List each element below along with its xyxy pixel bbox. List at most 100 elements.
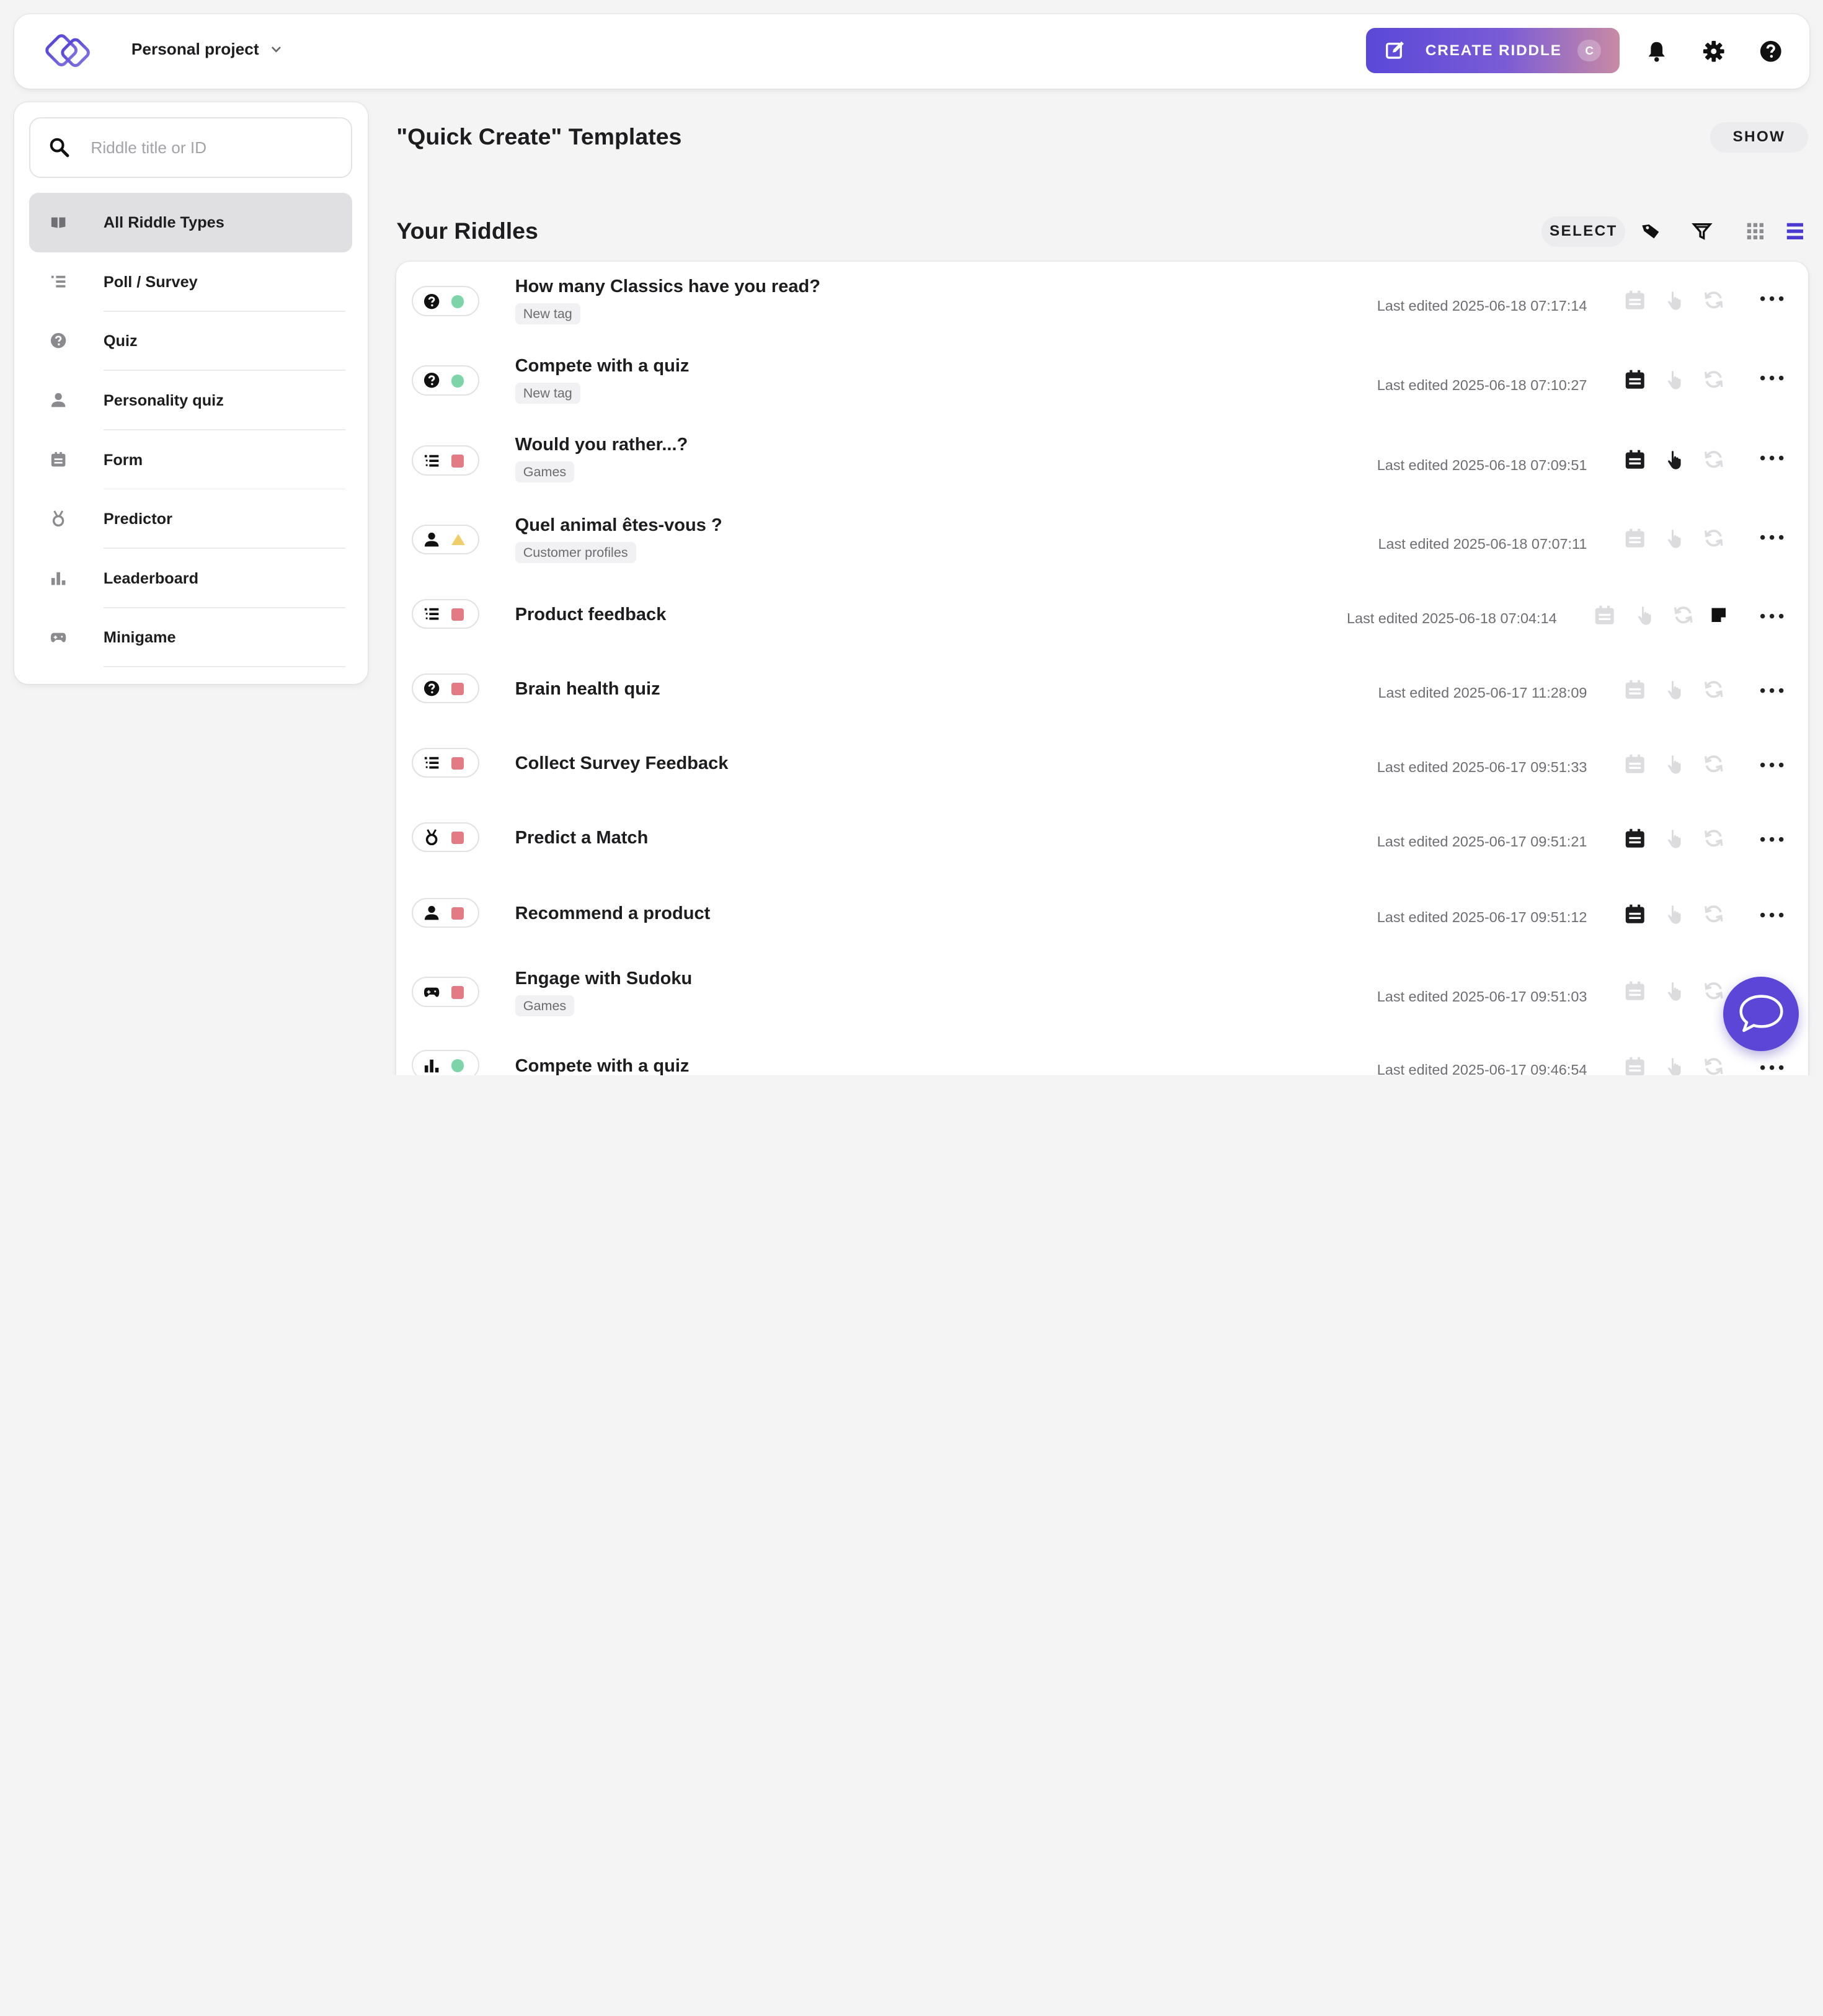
riddle-title[interactable]: Quel animal êtes-vous ? <box>515 515 722 536</box>
sync-icon[interactable] <box>1672 603 1695 627</box>
riddle-tag[interactable]: New tag <box>515 303 580 325</box>
select-button[interactable]: SELECT <box>1541 216 1626 247</box>
grid-view-icon[interactable] <box>1745 221 1766 242</box>
riddle-title[interactable]: Product feedback <box>515 605 667 625</box>
touch-icon[interactable] <box>1662 526 1686 550</box>
form-icon[interactable] <box>1623 1055 1647 1076</box>
sidebar-item-label: All Riddle Types <box>103 214 224 231</box>
chat-button[interactable] <box>1723 977 1799 1051</box>
sync-icon[interactable] <box>1702 368 1726 391</box>
riddle-logo-icon[interactable] <box>44 33 97 70</box>
search-input[interactable] <box>91 135 335 161</box>
sidebar-item-poll-survey[interactable]: Poll / Survey <box>29 252 352 312</box>
form-icon[interactable] <box>1623 678 1647 701</box>
sync-icon[interactable] <box>1702 827 1726 850</box>
touch-icon[interactable] <box>1662 288 1686 312</box>
sync-icon[interactable] <box>1702 678 1726 701</box>
project-selector[interactable]: Personal project <box>131 40 282 59</box>
sidebar-item-predictor[interactable]: Predictor <box>29 489 352 549</box>
touch-icon[interactable] <box>1662 979 1686 1003</box>
more-options-icon[interactable] <box>1759 912 1785 918</box>
more-options-icon[interactable] <box>1759 687 1785 694</box>
riddle-row[interactable]: Predict a Match Last edited 2025-06-17 09… <box>396 802 1807 877</box>
form-icon[interactable] <box>1623 827 1647 850</box>
sync-icon[interactable] <box>1702 448 1726 471</box>
sync-icon[interactable] <box>1702 288 1726 312</box>
bell-icon[interactable] <box>1645 40 1669 63</box>
more-options-icon[interactable] <box>1759 613 1785 619</box>
touch-icon[interactable] <box>1662 448 1686 471</box>
riddle-title[interactable]: Recommend a product <box>515 904 711 924</box>
form-icon[interactable] <box>1623 288 1647 312</box>
form-icon[interactable] <box>1623 902 1647 926</box>
riddle-row[interactable]: Quel animal êtes-vous ? Customer profiles… <box>396 500 1807 579</box>
sidebar-item-all-riddle-types[interactable]: All Riddle Types <box>29 193 353 252</box>
riddle-title[interactable]: Compete with a quiz <box>515 356 690 376</box>
sidebar-item-form[interactable]: Form <box>29 430 352 490</box>
person-icon <box>424 905 438 920</box>
more-options-icon[interactable] <box>1759 375 1785 381</box>
help-icon[interactable] <box>1759 40 1783 63</box>
gear-icon[interactable] <box>1702 40 1726 63</box>
riddle-title[interactable]: Collect Survey Feedback <box>515 753 729 774</box>
riddle-row[interactable]: How many Classics have you read? New tag L… <box>396 262 1807 341</box>
sidebar-item-minigame[interactable]: Minigame <box>29 608 352 668</box>
show-templates-button[interactable]: SHOW <box>1710 122 1808 153</box>
riddle-tag[interactable]: Games <box>515 461 575 483</box>
note-icon[interactable] <box>1707 603 1731 627</box>
riddle-row[interactable]: Brain health quiz Last edited 2025-06-17 … <box>396 654 1807 728</box>
riddle-tag[interactable]: Customer profiles <box>515 541 636 563</box>
more-options-icon[interactable] <box>1759 295 1785 302</box>
riddle-title[interactable]: Brain health quiz <box>515 679 660 699</box>
riddle-row[interactable]: Would you rather...? Games Last edited 202… <box>396 420 1807 500</box>
sync-icon[interactable] <box>1702 979 1726 1003</box>
filter-icon[interactable] <box>1692 221 1713 242</box>
create-riddle-button[interactable]: CREATE RIDDLE C <box>1366 28 1620 74</box>
status-indicator-red <box>451 608 464 621</box>
sync-icon[interactable] <box>1702 902 1726 926</box>
sync-icon[interactable] <box>1702 1055 1726 1076</box>
form-icon[interactable] <box>1593 603 1617 627</box>
more-options-icon[interactable] <box>1759 762 1785 768</box>
touch-icon[interactable] <box>1633 603 1656 627</box>
riddle-title[interactable]: Engage with Sudoku <box>515 969 693 989</box>
more-options-icon[interactable] <box>1759 1064 1785 1071</box>
riddle-row[interactable]: Product feedback Last edited 2025-06-18 0… <box>396 579 1807 654</box>
form-icon[interactable] <box>1623 526 1647 550</box>
form-icon[interactable] <box>1623 368 1647 391</box>
sync-icon[interactable] <box>1702 752 1726 776</box>
more-options-icon[interactable] <box>1759 534 1785 541</box>
form-icon[interactable] <box>1623 752 1647 776</box>
sidebar-item-personality-quiz[interactable]: Personality quiz <box>29 371 352 430</box>
riddle-row[interactable]: Compete with a quiz Last edited 2025-06-1… <box>396 1030 1807 1076</box>
more-options-icon[interactable] <box>1759 455 1785 461</box>
last-edited-timestamp: Last edited 2025-06-18 07:04:14 <box>1347 610 1557 627</box>
touch-icon[interactable] <box>1662 752 1686 776</box>
touch-icon[interactable] <box>1662 902 1686 926</box>
book-icon <box>51 217 65 228</box>
form-icon[interactable] <box>1623 448 1647 471</box>
tag-icon[interactable] <box>1641 221 1662 242</box>
sync-icon[interactable] <box>1702 526 1726 550</box>
riddle-row[interactable]: Compete with a quiz New tag Last edited 20… <box>396 340 1807 420</box>
riddle-row[interactable]: Engage with Sudoku Games Last edited 2025-… <box>396 954 1807 1031</box>
form-icon[interactable] <box>1623 979 1647 1003</box>
riddle-tag[interactable]: New tag <box>515 382 580 404</box>
touch-icon[interactable] <box>1662 1055 1686 1076</box>
sidebar-item-leaderboard[interactable]: Leaderboard <box>29 549 352 608</box>
touch-icon[interactable] <box>1662 678 1686 701</box>
touch-icon[interactable] <box>1662 368 1686 391</box>
riddle-title[interactable]: Predict a Match <box>515 828 649 848</box>
riddle-row[interactable]: Recommend a product Last edited 2025-06-1… <box>396 877 1807 954</box>
riddle-title[interactable]: Would you rather...? <box>515 435 688 455</box>
more-options-icon[interactable] <box>1759 836 1785 843</box>
last-edited-timestamp: Last edited 2025-06-17 09:46:54 <box>1377 1061 1587 1076</box>
sidebar-item-quiz[interactable]: Quiz <box>29 312 352 371</box>
riddle-row[interactable]: Collect Survey Feedback Last edited 2025-… <box>396 728 1807 802</box>
touch-icon[interactable] <box>1662 827 1686 850</box>
riddle-title[interactable]: Compete with a quiz <box>515 1056 690 1076</box>
riddle-tag[interactable]: Games <box>515 995 575 1016</box>
list-view-icon[interactable] <box>1785 221 1806 242</box>
edit-icon <box>1386 41 1404 59</box>
riddle-title[interactable]: How many Classics have you read? <box>515 277 820 297</box>
